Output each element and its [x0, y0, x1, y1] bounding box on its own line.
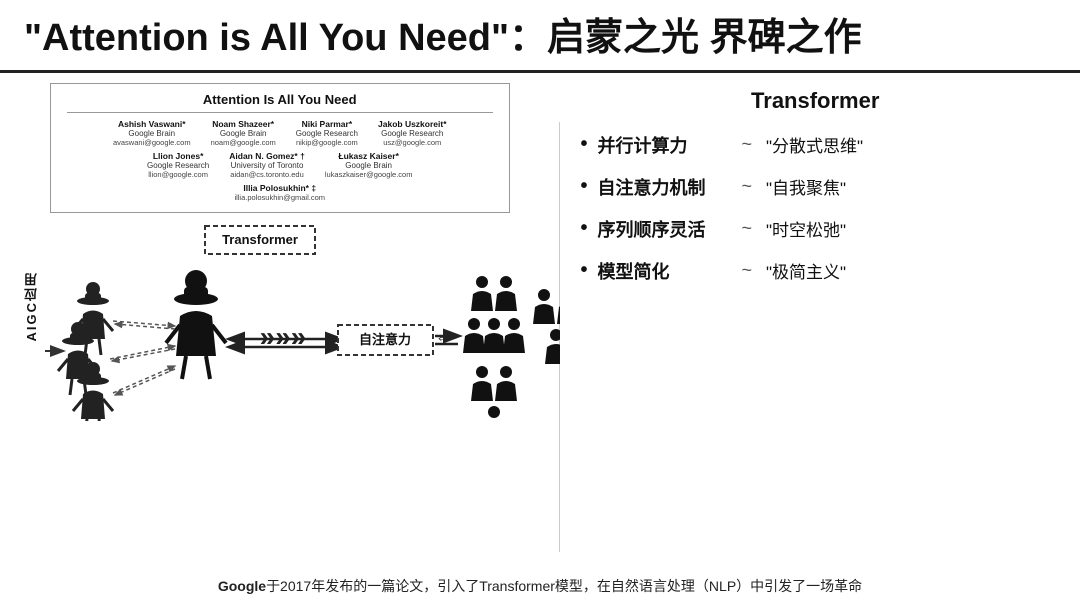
diagram-area: AIGC应用 Transformer	[20, 221, 539, 421]
feature-desc-2: "时空松弛"	[766, 216, 846, 241]
right-panel: Transformer • 并行计算力 ~ "分散式思维" • 自注意力机制 ~…	[560, 73, 1080, 601]
authors-row-2: Llion Jones* Google Research llion@googl…	[67, 151, 493, 179]
feature-item-3: • 模型简化 ~ "极简主义"	[580, 258, 1050, 284]
footer-bold: Google	[218, 578, 266, 594]
feature-name-2: 序列顺序灵活	[597, 216, 727, 242]
svg-text:自注意力: 自注意力	[359, 332, 411, 347]
author-uszkoreit: Jakob Uszkoreit* Google Research usz@goo…	[378, 119, 447, 147]
svg-text:⇔: ⇔	[435, 327, 453, 347]
feature-desc-3: "极简主义"	[766, 258, 846, 283]
bullet-0: •	[580, 133, 587, 156]
paper-box: Attention Is All You Need Ashish Vaswani…	[50, 83, 510, 213]
feature-name-0: 并行计算力	[597, 132, 727, 158]
feature-name-1: 自注意力机制	[597, 174, 727, 200]
feature-item-2: • 序列顺序灵活 ~ "时空松弛"	[580, 216, 1050, 242]
authors-row-3: Illia Polosukhin* ‡ illia.polosukhin@gma…	[67, 183, 493, 202]
tilde-2: ~	[741, 218, 752, 239]
author-shazeer: Noam Shazeer* Google Brain noam@google.c…	[211, 119, 276, 147]
left-panel: Attention Is All You Need Ashish Vaswani…	[0, 73, 559, 601]
feature-list: • 并行计算力 ~ "分散式思维" • 自注意力机制 ~ "自我聚焦" • 序列…	[580, 132, 1050, 284]
author-vaswani: Ashish Vaswani* Google Brain avaswani@go…	[113, 119, 191, 147]
feature-item-0: • 并行计算力 ~ "分散式思维"	[580, 132, 1050, 158]
feature-desc-1: "自我聚焦"	[766, 174, 846, 199]
author-polosukhin: Illia Polosukhin* ‡ illia.polosukhin@gma…	[234, 183, 325, 202]
bullet-3: •	[580, 259, 587, 282]
author-parmar: Niki Parmar* Google Research nikip@googl…	[296, 119, 358, 147]
feature-desc-0: "分散式思维"	[766, 132, 863, 157]
tilde-1: ~	[741, 176, 752, 197]
svg-text:Transformer: Transformer	[222, 232, 298, 247]
feature-name-3: 模型简化	[597, 258, 727, 284]
author-kaiser: Łukasz Kaiser* Google Brain lukaszkaiser…	[325, 151, 413, 179]
paper-title: Attention Is All You Need	[67, 92, 493, 113]
author-gomez: Aidan N. Gomez* † University of Toronto …	[229, 151, 305, 179]
footer-text: 于2017年发布的一篇论文，引入了Transformer模型，在自然语言处理（N…	[266, 578, 862, 594]
bullet-1: •	[580, 175, 587, 198]
header: "Attention is All You Need"：启蒙之光 界碑之作	[0, 0, 1080, 73]
footer: Google于2017年发布的一篇论文，引入了Transformer模型，在自然…	[0, 572, 1080, 600]
feature-item-1: • 自注意力机制 ~ "自我聚焦"	[580, 174, 1050, 200]
authors-grid: Ashish Vaswani* Google Brain avaswani@go…	[67, 119, 493, 202]
authors-row-1: Ashish Vaswani* Google Brain avaswani@go…	[67, 119, 493, 147]
page-title: "Attention is All You Need"：启蒙之光 界碑之作	[24, 18, 1056, 60]
author-jones: Llion Jones* Google Research llion@googl…	[147, 151, 209, 179]
right-title: Transformer	[580, 88, 1050, 114]
tilde-3: ~	[741, 260, 752, 281]
bullet-2: •	[580, 217, 587, 240]
diagram-svg: Transformer	[20, 221, 560, 421]
tilde-0: ~	[741, 134, 752, 155]
